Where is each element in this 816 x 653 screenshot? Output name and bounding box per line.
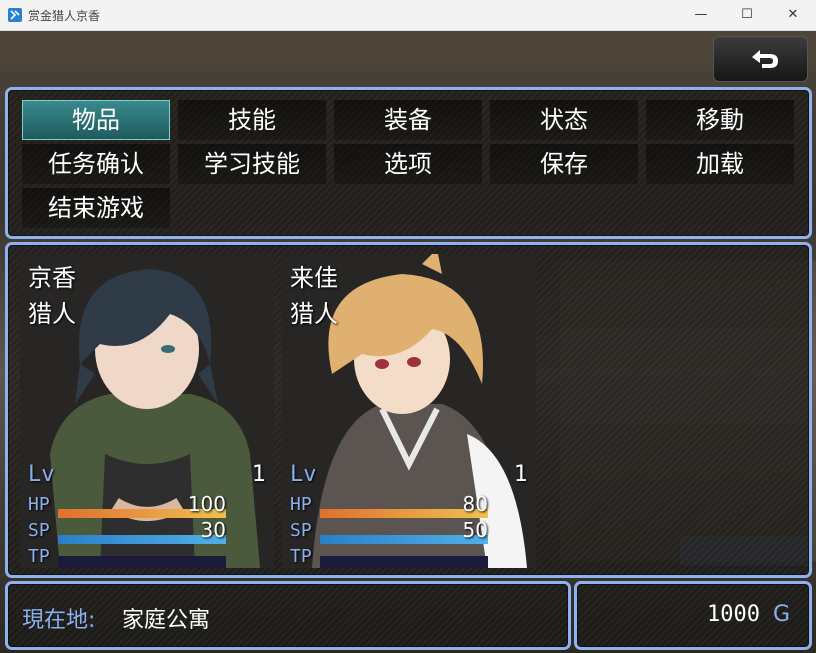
sp-label: SP	[28, 520, 50, 541]
actor-class: 猎人	[290, 300, 338, 328]
menu-item-options[interactable]: 选项	[334, 144, 482, 184]
sp-value: 50	[462, 518, 488, 542]
close-button[interactable]: ✕	[770, 0, 816, 30]
maximize-button[interactable]: ☐	[724, 0, 770, 30]
window-titlebar: 赏金猎人京香 — ☐ ✕	[0, 0, 816, 31]
location-value: 家庭公寓	[122, 608, 211, 633]
level-label: Lv	[290, 462, 317, 487]
location-label: 現在地:	[22, 608, 96, 633]
location-panel: 現在地: 家庭公寓	[5, 581, 571, 650]
back-button[interactable]	[713, 36, 808, 82]
tp-bar	[58, 556, 226, 568]
return-arrow-icon	[752, 50, 778, 68]
menu-item-status[interactable]: 状态	[490, 100, 638, 140]
gold-amount: 1000	[707, 602, 760, 627]
level-value: 1	[514, 462, 528, 487]
sp-value: 30	[200, 518, 226, 542]
hp-label: HP	[28, 494, 50, 515]
gold-unit: G	[773, 602, 791, 627]
actor-class: 猎人	[28, 300, 76, 328]
menu-item-skills[interactable]: 技能	[178, 100, 326, 140]
hp-label: HP	[290, 494, 312, 515]
gold-panel: 1000 G	[574, 581, 812, 650]
menu-item-save[interactable]: 保存	[490, 144, 638, 184]
menu-item-move[interactable]: 移動	[646, 100, 794, 140]
level-value: 1	[252, 462, 266, 487]
menu-item-equip[interactable]: 装备	[334, 100, 482, 140]
app-icon	[8, 8, 22, 22]
command-menu: 物品 技能 装备 状态 移動 任务确认 学习技能 选项 保存 加载 结束游戏	[5, 87, 812, 239]
sp-label: SP	[290, 520, 312, 541]
menu-item-game-end[interactable]: 结束游戏	[22, 188, 170, 228]
actor-card[interactable]: 京香 猎人 Lv 1 HP 100 SP 30 TP	[20, 254, 274, 568]
actor-name: 京香	[28, 264, 76, 292]
menu-item-learn-skill[interactable]: 学习技能	[178, 144, 326, 184]
window-title: 赏金猎人京香	[28, 9, 101, 23]
game-screen: 物品 技能 装备 状态 移動 任务确认 学习技能 选项 保存 加载 结束游戏 京…	[0, 31, 816, 653]
hp-value: 100	[187, 492, 226, 516]
tp-bar	[320, 556, 488, 568]
actor-card[interactable]: 来佳 猎人 Lv 1 HP 80 SP 50 TP	[282, 254, 536, 568]
tp-label: TP	[290, 546, 312, 567]
hp-value: 80	[462, 492, 488, 516]
actor-name: 来佳	[290, 264, 338, 292]
menu-item-load[interactable]: 加载	[646, 144, 794, 184]
level-label: Lv	[28, 462, 55, 487]
tp-label: TP	[28, 546, 50, 567]
minimize-button[interactable]: —	[678, 0, 724, 30]
menu-item-items[interactable]: 物品	[22, 100, 170, 140]
menu-item-quest[interactable]: 任务确认	[22, 144, 170, 184]
